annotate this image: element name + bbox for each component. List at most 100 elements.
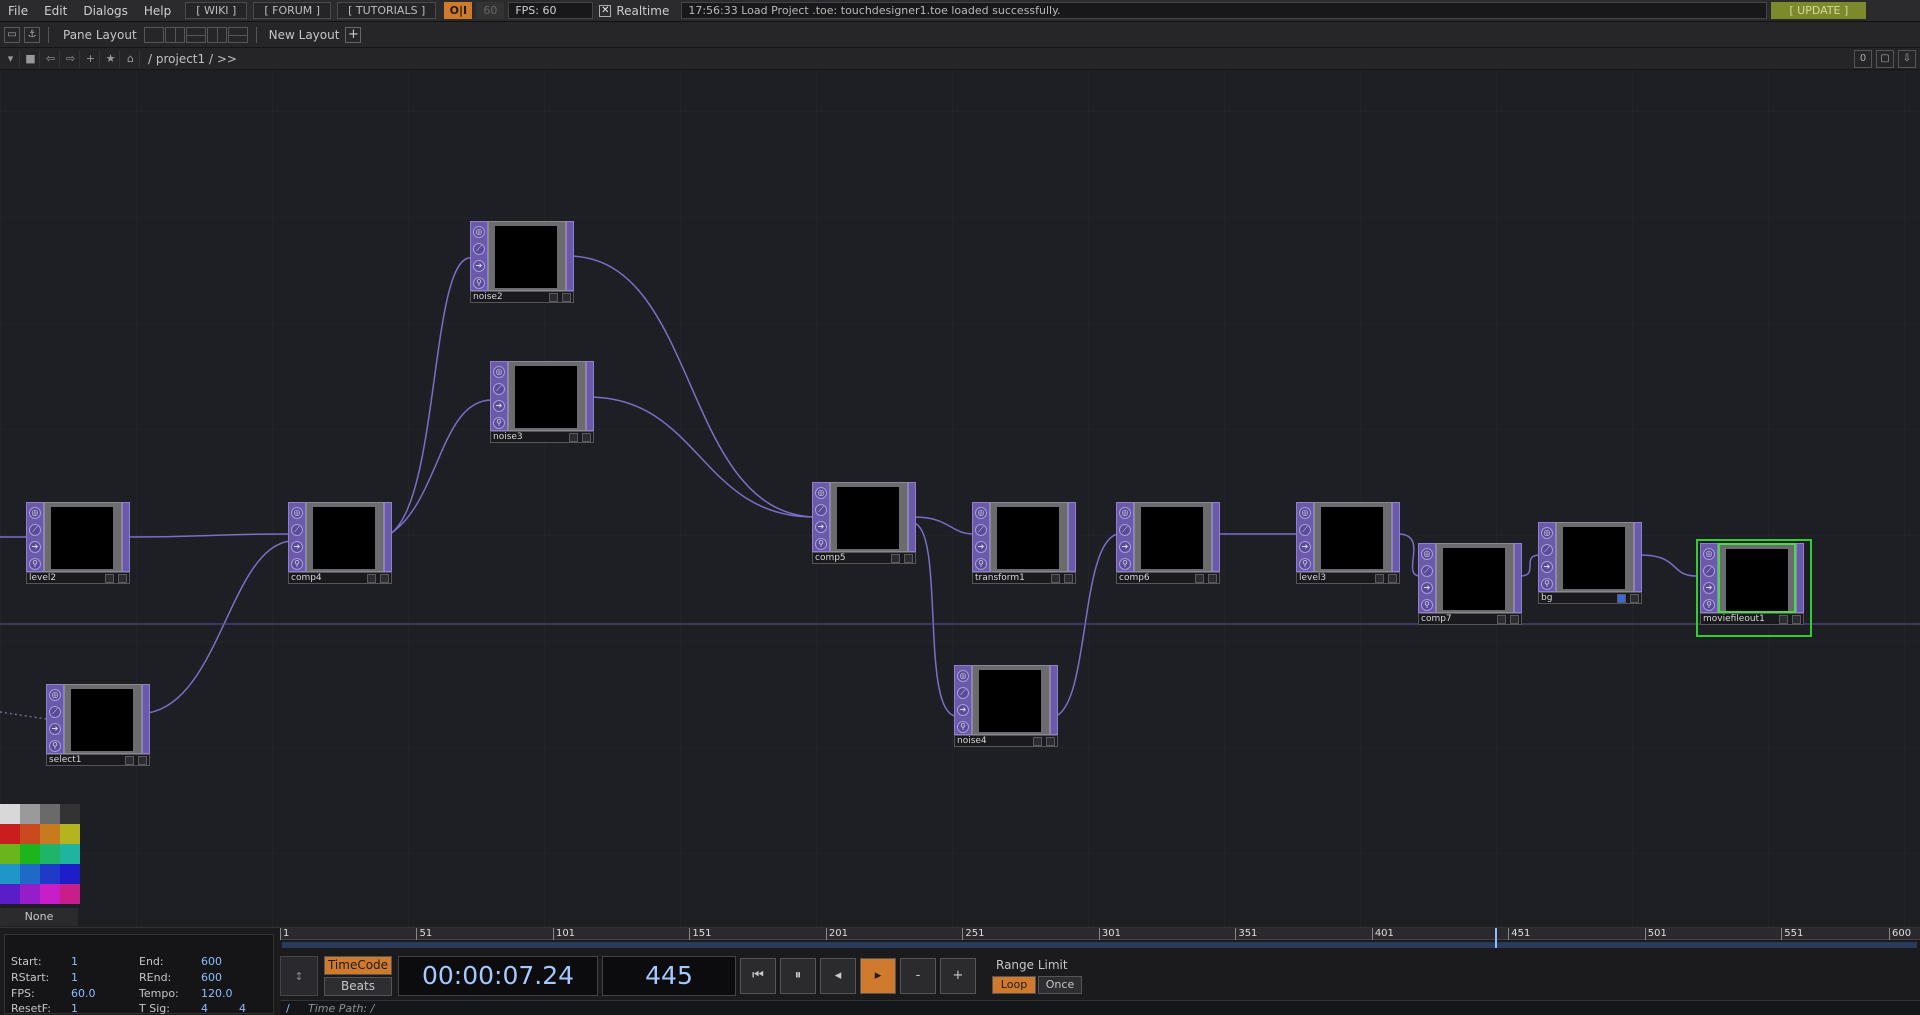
tsig-numerator[interactable]: 4 [201,1002,208,1015]
node-info-icon[interactable] [891,554,900,563]
update-button[interactable]: [ UPDATE ] [1771,2,1867,19]
node-flags[interactable]: ◎ ⟋ ➔ ⚲ [812,482,830,552]
output-connector[interactable] [1050,665,1058,735]
node-info-icon[interactable] [1779,615,1788,624]
node-add-icon[interactable] [1388,574,1397,583]
perform-mode-toggle[interactable]: O|I [444,2,473,19]
node-add-icon[interactable] [1792,615,1801,624]
color-swatch[interactable] [60,884,80,904]
node-body[interactable] [488,221,566,291]
node-comp4[interactable]: ◎ ⟋ ➔ ⚲ comp4 [288,502,392,584]
color-swatch[interactable] [0,864,20,884]
realtime-checkbox[interactable]: ✕ [599,4,612,17]
timecode-mode-button[interactable]: TimeCode [324,956,392,975]
lock-icon[interactable]: ⚲ [49,740,61,752]
node-noise2[interactable]: ◎ ⟋ ➔ ⚲ noise2 [470,221,574,303]
color-swatch[interactable] [60,824,80,844]
forum-link[interactable]: [ FORUM ] [253,2,332,19]
node-flags[interactable]: ◎ ⟋ ➔ ⚲ [1418,543,1436,613]
menu-file[interactable]: File [0,0,36,22]
display-icon[interactable]: ➔ [1421,582,1433,594]
node-add-icon[interactable] [1064,574,1073,583]
once-button[interactable]: Once [1038,976,1082,994]
node-info-icon[interactable] [549,293,558,302]
lock-icon[interactable]: ⚲ [473,277,485,289]
pane-link-icon[interactable]: ⚓ [24,26,40,43]
star-icon[interactable]: ★ [102,49,120,68]
node-name-bar[interactable]: comp7 [1418,613,1522,625]
node-add-icon[interactable] [1630,594,1639,603]
node-body[interactable] [1556,522,1634,592]
viewer-icon[interactable]: ◎ [493,366,505,378]
lock-icon[interactable]: ⚲ [291,558,303,570]
viewer-icon[interactable]: ◎ [975,507,987,519]
new-layout-button[interactable]: New Layout [269,28,340,42]
output-connector[interactable] [1514,543,1522,613]
viewer-icon[interactable]: ◎ [1421,548,1433,560]
lock-icon[interactable]: ⚲ [975,558,987,570]
lock-icon[interactable]: ⚲ [493,417,505,429]
display-icon[interactable]: ➔ [975,541,987,553]
node-add-icon[interactable] [1208,574,1217,583]
color-swatch[interactable] [0,884,20,904]
color-swatch[interactable] [0,804,20,824]
node-flags[interactable]: ◎ ⟋ ➔ ⚲ [1700,543,1718,613]
time-path-root[interactable]: / [286,1001,290,1015]
color-swatch[interactable] [20,864,40,884]
color-swatch[interactable] [40,804,60,824]
frame-display[interactable]: 445 [602,956,736,996]
layout-quad-icon[interactable] [227,26,248,43]
bypass-icon[interactable]: ⟋ [473,243,485,255]
node-level2[interactable]: ◎ ⟋ ➔ ⚲ level2 [26,502,130,584]
lock-icon[interactable]: ⚲ [1299,558,1311,570]
bypass-icon[interactable]: ⟋ [1703,565,1715,577]
color-swatch[interactable] [20,844,40,864]
node-name-bar[interactable]: level3 [1296,572,1400,584]
end-value[interactable]: 600 [201,955,222,968]
node-name-bar[interactable]: noise2 [470,291,574,303]
realtime-toggle[interactable]: ✕ Realtime [599,4,669,18]
color-none-button[interactable]: None [0,908,78,926]
node-info-icon[interactable] [105,574,114,583]
step-forward-button[interactable]: + [940,958,976,994]
fps-target-field[interactable]: 60 [476,2,505,19]
node-body[interactable] [830,482,908,552]
lock-icon[interactable]: ⚲ [1703,599,1715,611]
node-info-icon[interactable] [367,574,376,583]
node-moviefileout1[interactable]: ◎ ⟋ ➔ ⚲ moviefileout1 [1696,539,1812,637]
node-comp7[interactable]: ◎ ⟋ ➔ ⚲ comp7 [1418,543,1522,625]
layout-split-vertical-icon[interactable] [164,26,185,43]
display-icon[interactable]: ➔ [1299,541,1311,553]
network-editor[interactable]: ◎ ⟋ ➔ ⚲ level2 ◎ ⟋ ➔ ⚲ comp4 ◎ ⟋ ➔ ⚲ noise2 ◎ ⟋ ➔ ⚲ … [0,71,1920,927]
node-flags[interactable]: ◎ ⟋ ➔ ⚲ [490,361,508,431]
node-name-bar[interactable]: level2 [26,572,130,584]
lock-icon[interactable]: ⚲ [29,558,41,570]
lock-icon[interactable]: ⚲ [957,721,969,733]
viewer-icon[interactable]: ◎ [49,689,61,701]
play-reverse-icon[interactable]: ◂ [820,958,856,994]
timecode-display[interactable]: 00:00:07.24 [398,956,598,996]
tsig-denominator[interactable]: 4 [239,1002,246,1015]
loop-button[interactable]: Loop [992,976,1036,994]
node-comp5[interactable]: ◎ ⟋ ➔ ⚲ comp5 [812,482,916,564]
fps-value[interactable]: 60.0 [71,987,96,1000]
node-name-bar[interactable]: comp4 [288,572,392,584]
bypass-icon[interactable]: ⟋ [815,504,827,516]
bypass-icon[interactable]: ⟋ [1119,524,1131,536]
node-body[interactable] [64,684,142,754]
node-info-icon[interactable] [569,433,578,442]
node-name-bar[interactable]: select1 [46,754,150,766]
node-add-icon[interactable] [562,293,571,302]
node-info-icon[interactable] [1497,615,1506,624]
output-connector[interactable] [122,502,130,572]
bypass-icon[interactable]: ⟋ [1421,565,1433,577]
node-select1[interactable]: ◎ ⟋ ➔ ⚲ select1 [46,684,150,766]
node-body[interactable] [1718,543,1796,613]
node-body[interactable] [990,502,1068,572]
maximize-icon[interactable]: ▢ [1876,50,1894,68]
tempo-value[interactable]: 120.0 [201,987,233,1000]
node-add-icon[interactable] [380,574,389,583]
node-body[interactable] [508,361,586,431]
node-body[interactable] [306,502,384,572]
color-swatch[interactable] [40,844,60,864]
